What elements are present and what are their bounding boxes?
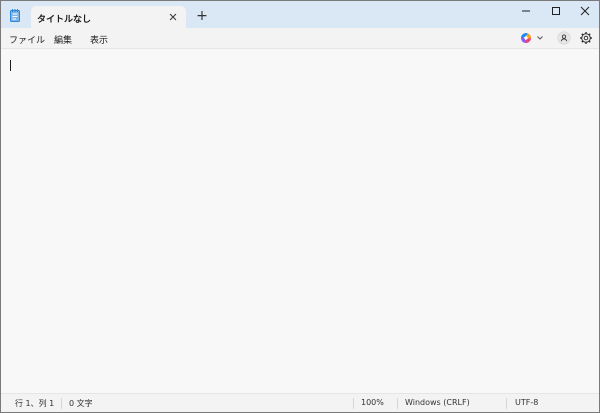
minimize-icon <box>522 10 530 12</box>
tab-title: タイトルなし <box>37 15 92 25</box>
status-cursor-position[interactable]: 行 1、列 1 <box>15 398 54 409</box>
account-icon[interactable] <box>557 31 571 45</box>
status-divider <box>61 398 62 409</box>
notepad-window: タイトルなし + ファイル 編集 表示 行 1、列 1 0 文字 100% Wi… <box>0 0 600 413</box>
notepad-app-icon <box>10 9 20 22</box>
chevron-down-icon[interactable] <box>536 34 544 42</box>
copilot-icon[interactable] <box>520 32 532 44</box>
text-editor[interactable] <box>1 49 599 393</box>
menu-view[interactable]: 表示 <box>90 33 108 46</box>
menu-file[interactable]: ファイル <box>9 33 45 46</box>
menu-bar: ファイル 編集 表示 <box>1 28 599 49</box>
gear-icon[interactable] <box>579 31 593 45</box>
close-icon <box>580 6 590 16</box>
text-caret <box>10 60 11 71</box>
minimize-button[interactable] <box>510 1 542 21</box>
tab-untitled[interactable]: タイトルなし <box>31 6 186 29</box>
maximize-button[interactable] <box>540 1 572 21</box>
status-bar: 行 1、列 1 0 文字 100% Windows (CRLF) UTF-8 <box>1 393 599 412</box>
status-divider <box>353 398 354 409</box>
menu-edit[interactable]: 編集 <box>54 33 72 46</box>
close-window-button[interactable] <box>569 1 599 21</box>
status-divider <box>506 398 507 409</box>
status-character-count: 0 文字 <box>69 399 93 408</box>
maximize-icon <box>552 7 560 15</box>
tab-close-icon[interactable] <box>166 10 180 24</box>
status-zoom[interactable]: 100% <box>361 398 384 407</box>
status-encoding[interactable]: UTF-8 <box>515 398 538 407</box>
status-line-ending[interactable]: Windows (CRLF) <box>405 398 470 407</box>
new-tab-button[interactable]: + <box>195 9 209 23</box>
title-bar[interactable]: タイトルなし + <box>1 1 599 29</box>
status-divider <box>397 398 398 409</box>
